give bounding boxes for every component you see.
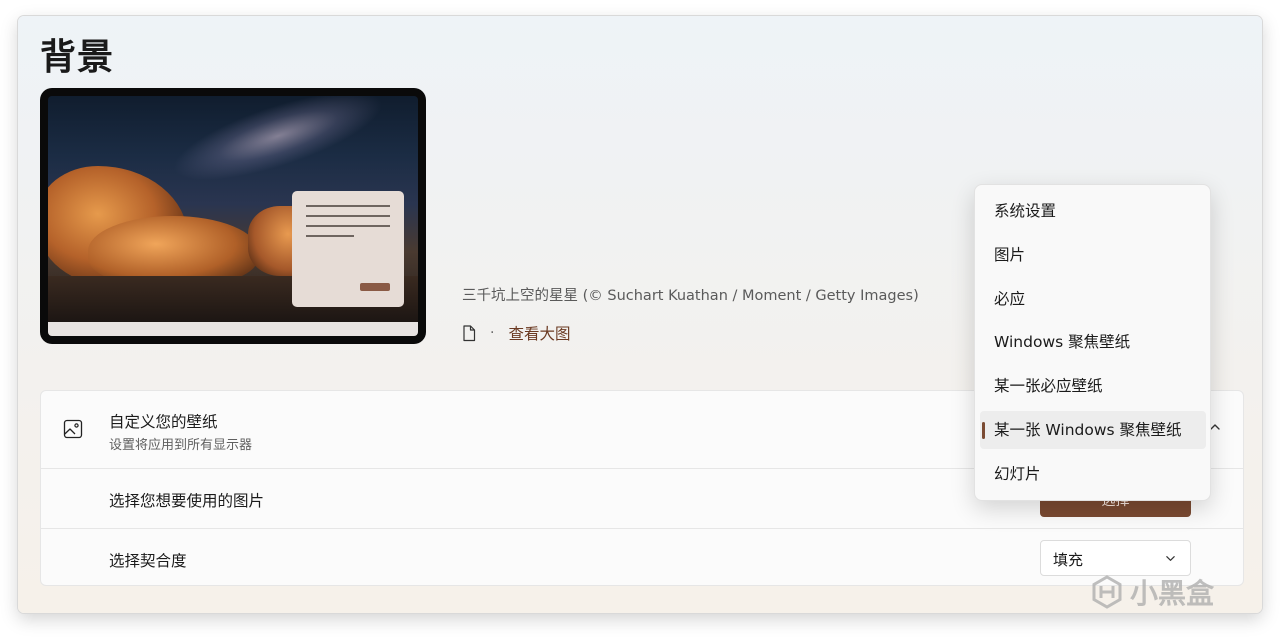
file-icon[interactable] [462,324,476,342]
personalize-title: 自定义您的壁纸 [109,413,218,431]
menu-item-single-bing[interactable]: 某一张必应壁纸 [980,367,1206,405]
fit-select-value: 填充 [1053,551,1084,569]
menu-item-label: 某一张 Windows 聚焦壁纸 [994,421,1182,439]
choose-fit-label: 选择契合度 [109,552,187,570]
choose-fit-row: 选择契合度 填充 [41,528,1243,587]
milky-way [164,96,392,199]
menu-item-single-spotlight[interactable]: 某一张 Windows 聚焦壁纸 [980,411,1206,449]
image-icon [63,419,83,439]
separator-dot: · [490,325,495,341]
heybox-logo-icon [1092,575,1122,609]
wallpaper-preview [40,88,426,344]
preview-mock-window [292,191,404,307]
menu-item-picture[interactable]: 图片 [980,236,1206,274]
watermark-text: 小黑盒 [1130,577,1215,610]
selection-indicator [982,422,985,439]
settings-window: 背景 三千坑上空的星星 (© Suchart Kuathan / Moment … [18,16,1262,613]
wallpaper-actions: · 查看大图 [462,322,570,344]
wallpaper-caption: 三千坑上空的星星 (© Suchart Kuathan / Moment / G… [462,288,919,304]
menu-item-bing[interactable]: 必应 [980,280,1206,318]
preview-mock-button [360,283,390,291]
chevron-down-icon [1166,556,1175,561]
menu-item-system-settings[interactable]: 系统设置 [980,192,1206,230]
personalize-subtitle: 设置将应用到所有显示器 [109,438,253,453]
watermark: 小黑盒 [1090,572,1214,612]
choose-photo-label: 选择您想要使用的图片 [109,492,265,510]
background-type-dropdown-menu: 系统设置 图片 必应 Windows 聚焦壁纸 某一张必应壁纸 某一张 Wind… [974,184,1211,501]
page-title: 背景 [40,37,115,78]
preview-taskbar [48,322,418,336]
view-large-image-link[interactable]: 查看大图 [508,322,570,344]
menu-item-windows-spotlight[interactable]: Windows 聚焦壁纸 [980,323,1206,361]
menu-item-slideshow[interactable]: 幻灯片 [980,455,1206,493]
preview-screen [48,96,418,336]
fit-select[interactable]: 填充 [1040,540,1191,576]
